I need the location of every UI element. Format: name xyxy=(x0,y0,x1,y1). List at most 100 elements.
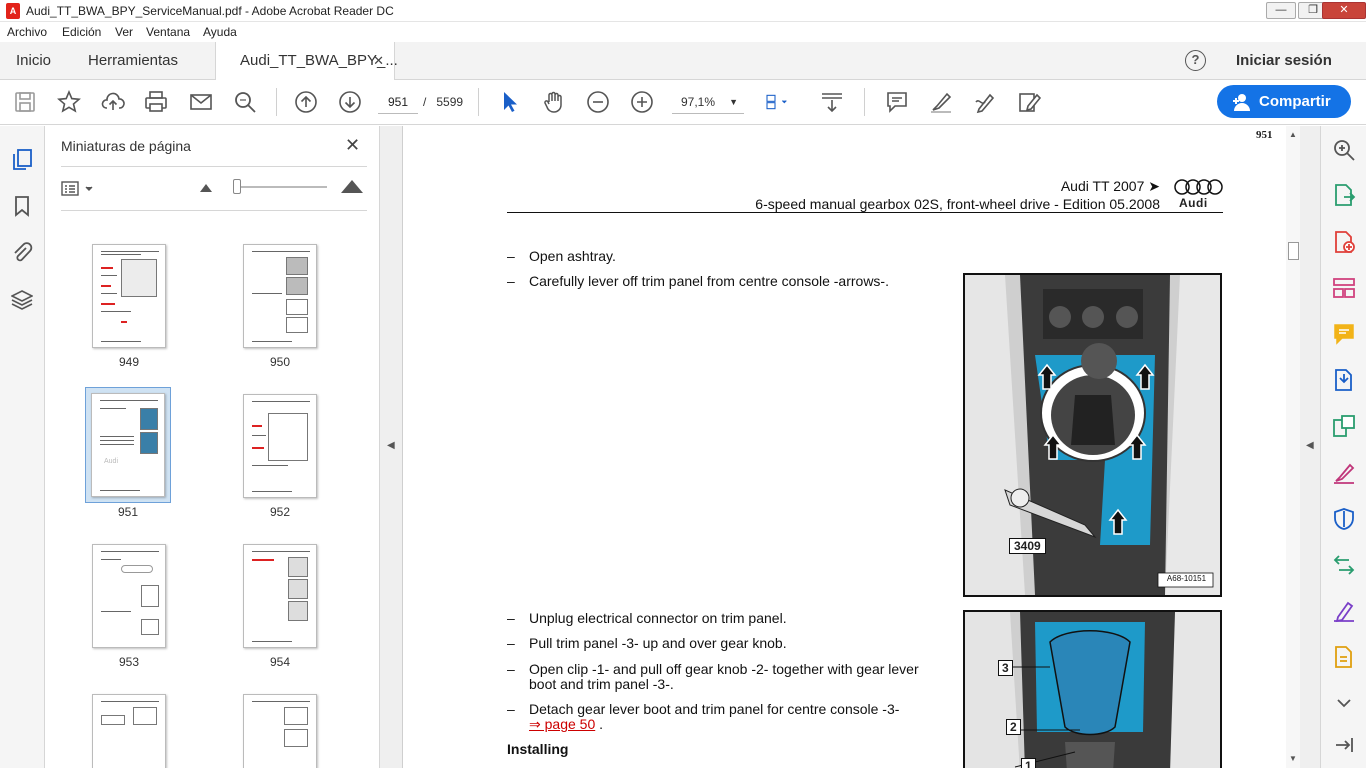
collapse-right-panel-icon[interactable]: ◀ xyxy=(1306,440,1314,451)
thumbnail-page-954[interactable] xyxy=(243,544,317,648)
thumbnail-page-952[interactable] xyxy=(243,394,317,498)
print-icon[interactable] xyxy=(144,90,168,114)
thumbnail-page-949[interactable] xyxy=(92,244,166,348)
search-icon[interactable] xyxy=(233,90,257,114)
zoom-out-icon[interactable] xyxy=(586,90,610,114)
draw-free-icon[interactable] xyxy=(973,90,997,114)
zoom-in-icon[interactable] xyxy=(630,90,654,114)
page-link[interactable]: ⇒ page 50 xyxy=(529,716,595,732)
chevron-down-icon[interactable] xyxy=(1332,691,1356,715)
thumbnail-page-951[interactable]: Audi xyxy=(91,393,165,497)
upload-cloud-icon[interactable] xyxy=(101,90,125,114)
page-total: / 5599 xyxy=(423,95,463,109)
thumbnail-options-button[interactable] xyxy=(61,180,97,198)
menu-archivo[interactable]: Archivo xyxy=(7,25,47,39)
toolbar-divider xyxy=(276,88,277,116)
help-icon[interactable]: ? xyxy=(1185,50,1206,71)
menu-ayuda[interactable]: Ayuda xyxy=(203,25,237,39)
page-separator: / xyxy=(423,95,427,109)
toolbar-divider xyxy=(478,88,479,116)
more-tools-icon[interactable] xyxy=(1332,645,1356,669)
email-icon[interactable] xyxy=(189,90,213,114)
fill-sign-icon[interactable] xyxy=(1017,90,1042,114)
menu-ventana[interactable]: Ventana xyxy=(146,25,190,39)
minimize-button[interactable]: — xyxy=(1266,2,1296,19)
main-toolbar: / 5599 97,1% ▼ Compartir xyxy=(0,80,1366,125)
hand-tool-icon[interactable] xyxy=(542,90,566,114)
figure-trim-panel-removal: 3409 A68-10151 xyxy=(963,273,1222,597)
share-button-label: Compartir xyxy=(1259,93,1331,110)
callout-label: 2 xyxy=(1006,719,1021,735)
signin-button[interactable]: Iniciar sesión xyxy=(1236,52,1332,69)
document-scrollbar[interactable]: ▲ ▼ xyxy=(1286,126,1300,768)
menu-edicion[interactable]: Edición xyxy=(62,25,101,39)
create-pdf-icon[interactable] xyxy=(1332,230,1356,254)
page-header-model: Audi TT 2007 ➤ xyxy=(1060,178,1160,194)
close-window-button[interactable]: ✕ xyxy=(1322,2,1366,19)
thumbnail-smaller-icon[interactable] xyxy=(200,184,212,192)
thumbnail-label: 949 xyxy=(118,355,140,369)
callout-label: 1 xyxy=(1021,758,1036,768)
close-panel-icon[interactable]: ✕ xyxy=(345,135,360,156)
step-text: Detach gear lever boot and trim panel fo… xyxy=(529,701,900,717)
step-text: Open ashtray. xyxy=(529,248,616,264)
collapse-left-panel-icon[interactable]: ◀ xyxy=(387,440,395,451)
zoom-value: 97,1% xyxy=(681,95,716,109)
close-tab-icon[interactable]: ✕ xyxy=(373,42,384,80)
thumbnail-page-953[interactable] xyxy=(92,544,166,648)
page-thumbnails-icon[interactable] xyxy=(11,148,33,170)
thumbnail-page-950[interactable] xyxy=(243,244,317,348)
zoom-select[interactable]: 97,1% ▼ xyxy=(672,90,744,114)
bookmarks-icon[interactable] xyxy=(11,195,33,217)
pdf-page: 951 Audi TT 2007 ➤ 6-speed manual gearbo… xyxy=(402,126,1288,768)
edit-pdf-icon[interactable] xyxy=(1332,414,1356,438)
save-icon[interactable] xyxy=(13,90,37,114)
bookmark-star-icon[interactable] xyxy=(57,89,81,114)
panel-title: Miniaturas de página xyxy=(61,138,191,154)
page-number-input[interactable] xyxy=(378,90,418,114)
next-page-icon[interactable] xyxy=(338,90,362,114)
previous-page-icon[interactable] xyxy=(294,90,318,114)
tab-tools[interactable]: Herramientas xyxy=(88,42,178,80)
tab-document[interactable]: Audi_TT_BWA_BPY_... ✕ xyxy=(215,42,398,81)
thumbnail-page-956[interactable] xyxy=(243,694,317,768)
share-button[interactable]: Compartir xyxy=(1217,85,1351,118)
fill-and-sign-icon[interactable] xyxy=(1332,461,1356,485)
thumbnail-label: 950 xyxy=(269,355,291,369)
highlight-pen-icon[interactable] xyxy=(929,90,953,114)
sign-icon[interactable] xyxy=(1332,599,1356,623)
scrollbar-thumb[interactable] xyxy=(1288,242,1299,260)
step-text: Carefully lever off trim panel from cent… xyxy=(529,273,889,289)
zoom-icon[interactable] xyxy=(1332,138,1356,162)
scroll-down-icon[interactable]: ▼ xyxy=(1289,754,1297,763)
figure-code: A68-10151 xyxy=(1166,574,1207,583)
thumbnail-larger-icon[interactable] xyxy=(341,180,363,193)
chevron-down-icon: ▼ xyxy=(729,97,738,107)
left-rail xyxy=(0,126,45,768)
fit-page-icon[interactable] xyxy=(765,90,801,114)
compress-pdf-icon[interactable] xyxy=(1332,368,1356,392)
thumbnail-size-slider[interactable] xyxy=(237,186,327,188)
thumbnail-page-955[interactable] xyxy=(92,694,166,768)
thumbnail-size-handle[interactable] xyxy=(233,179,241,194)
protect-icon[interactable] xyxy=(1332,507,1356,531)
menu-ver[interactable]: Ver xyxy=(115,25,133,39)
attachments-icon[interactable] xyxy=(11,241,33,263)
thumbnails-panel: Miniaturas de página ✕ 949 950 Audi 951 … xyxy=(45,126,418,768)
tab-home[interactable]: Inicio xyxy=(16,42,51,80)
window-title: Audi_TT_BWA_BPY_ServiceManual.pdf - Adob… xyxy=(26,4,394,18)
page-total-count: 5599 xyxy=(436,95,464,109)
scroll-mode-icon[interactable] xyxy=(820,90,844,114)
section-heading: Installing xyxy=(507,741,569,757)
layers-icon[interactable] xyxy=(10,289,34,311)
comment-icon[interactable] xyxy=(885,90,909,114)
organize-pages-icon[interactable] xyxy=(1332,276,1356,300)
scroll-up-icon[interactable]: ▲ xyxy=(1289,130,1297,139)
comment-tool-icon[interactable] xyxy=(1332,322,1356,346)
export-pdf-icon[interactable] xyxy=(1332,183,1356,207)
convert-icon[interactable] xyxy=(1332,553,1356,577)
select-cursor-icon[interactable] xyxy=(498,90,522,114)
add-user-icon xyxy=(1233,94,1250,111)
divider xyxy=(61,166,367,167)
expand-panel-icon[interactable] xyxy=(1332,733,1356,757)
